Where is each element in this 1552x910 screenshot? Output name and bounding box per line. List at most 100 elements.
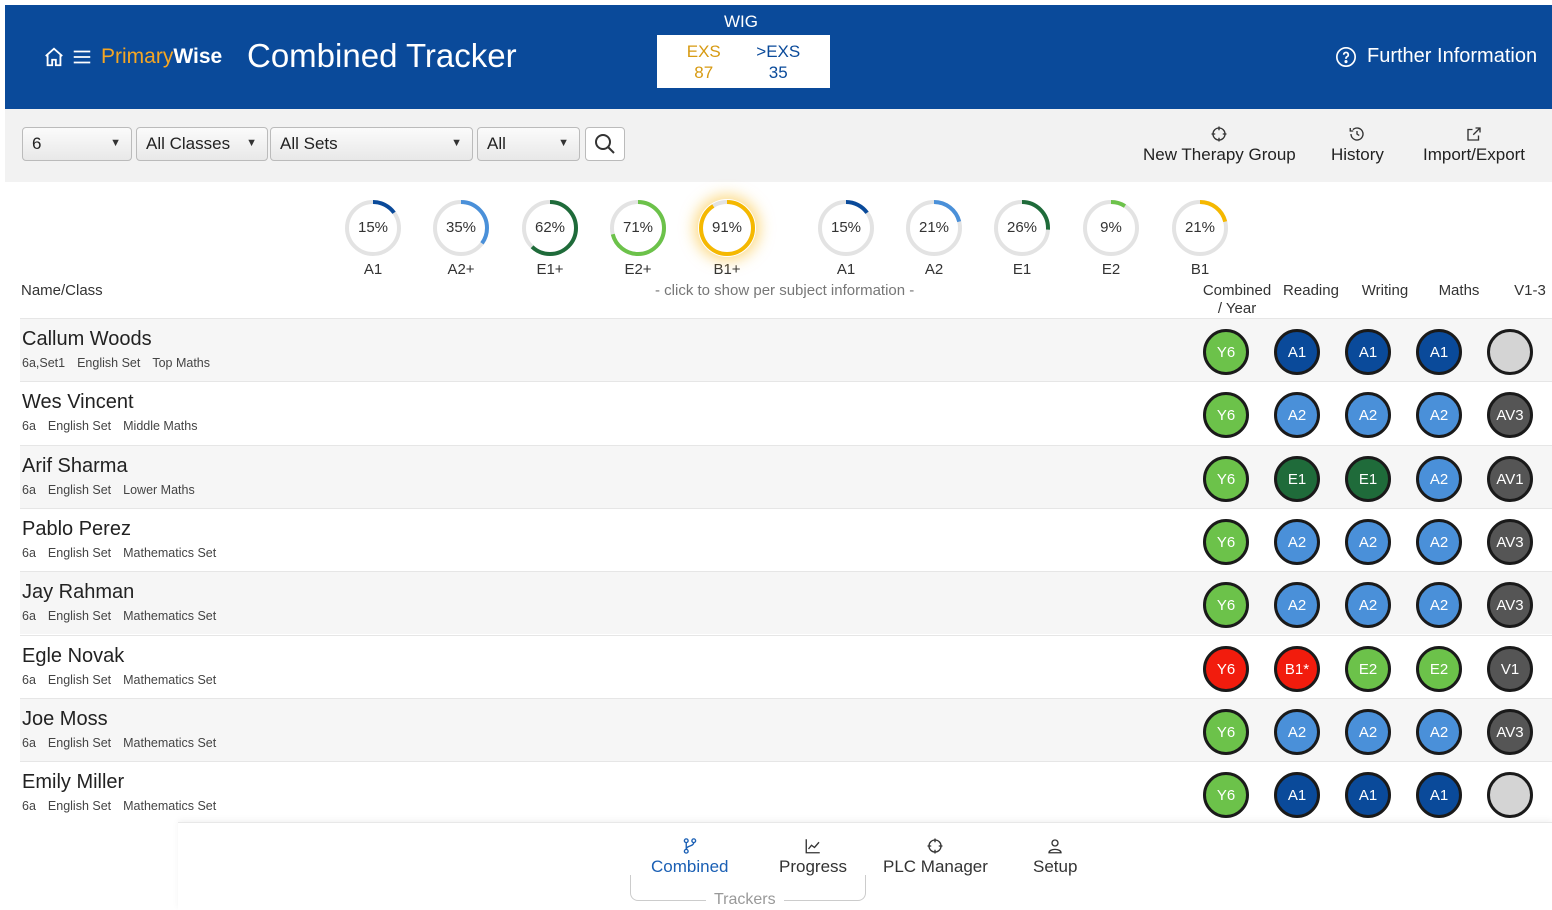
reading-badge[interactable]: E1 [1274,456,1320,502]
reading-badge[interactable]: A1 [1274,772,1320,818]
column-writing: Writing [1361,282,1409,299]
table-row[interactable]: Jay Rahman 6a English Set Mathematics Set Y6… [20,571,1552,634]
year-select[interactable]: 6 ▼ [22,127,132,161]
writing-badge[interactable]: E2 [1345,646,1391,692]
student-name[interactable]: Jay Rahman [22,581,134,604]
combined-badge[interactable]: Y6 [1203,646,1249,692]
student-groups: 6a English Set Mathematics Set [22,609,228,623]
maths-badge[interactable]: A1 [1416,772,1462,818]
writing-badge[interactable]: A1 [1345,329,1391,375]
search-button[interactable] [585,127,625,161]
reading-badge[interactable]: A2 [1274,519,1320,565]
nav-plc-manager[interactable]: PLC Manager [883,837,988,877]
reading-badge[interactable]: A2 [1274,709,1320,755]
reading-badge[interactable]: A2 [1274,582,1320,628]
table-row[interactable]: Pablo Perez 6a English Set Mathematics Set Y… [20,508,1552,571]
sets-select[interactable]: All Sets ▼ [270,127,473,161]
writing-badge[interactable]: A2 [1345,392,1391,438]
group-tag: Top Maths [152,356,210,370]
nav-combined[interactable]: Combined [651,837,729,877]
gauge-a2-plus-1[interactable]: 35% A2+ [431,199,491,278]
combined-badge[interactable]: Y6 [1203,709,1249,755]
gauge-e2-plus-3[interactable]: 71% E2+ [608,199,668,278]
student-groups: 6a English Set Mathematics Set [22,799,228,813]
gauge-label: A2 [924,261,944,278]
reading-badge[interactable]: B1* [1274,646,1320,692]
writing-badge[interactable]: E1 [1345,456,1391,502]
combined-badge[interactable]: Y6 [1203,582,1249,628]
gauge-ring: 71% [609,199,667,257]
writing-badge[interactable]: A1 [1345,772,1391,818]
group-tag: Mathematics Set [123,673,217,687]
group-tag: Mathematics Set [123,799,217,813]
gauge-percent: 35% [445,219,477,236]
student-name[interactable]: Callum Woods [22,328,152,351]
group-tag: 6a [22,673,36,687]
home-icon[interactable] [43,46,65,68]
group-tag: English Set [47,736,112,750]
student-name[interactable]: Pablo Perez [22,518,131,541]
writing-badge[interactable]: A2 [1345,582,1391,628]
v1-3-badge[interactable]: AV3 [1487,709,1533,755]
v1-3-badge[interactable] [1487,772,1533,818]
share-icon [1467,127,1481,141]
v1-3-badge[interactable]: AV1 [1487,456,1533,502]
gauge-a2-6[interactable]: 21% A2 [904,199,964,278]
gauge-ring: 21% [905,199,963,257]
maths-badge[interactable]: E2 [1416,646,1462,692]
maths-badge[interactable]: A1 [1416,329,1462,375]
combined-badge[interactable]: Y6 [1203,392,1249,438]
v1-3-badge[interactable]: AV3 [1487,519,1533,565]
group-tag: Lower Maths [123,483,195,497]
maths-badge[interactable]: A2 [1416,582,1462,628]
writing-badge[interactable]: A2 [1345,709,1391,755]
student-groups: 6a English Set Mathematics Set [22,546,228,560]
table-row[interactable]: Egle Novak 6a English Set Mathematics Set Y6… [20,635,1552,698]
v1-3-badge[interactable]: AV3 [1487,392,1533,438]
student-name[interactable]: Joe Moss [22,708,108,731]
brand[interactable]: PrimaryWise [43,45,222,69]
nav-setup[interactable]: Setup [1033,837,1077,877]
menu-icon[interactable] [71,46,93,68]
maths-badge[interactable]: A2 [1416,456,1462,502]
student-name[interactable]: Emily Miller [22,771,124,794]
chart-icon [805,839,820,854]
gauge-b1-9[interactable]: 21% B1 [1170,199,1230,278]
v1-3-badge[interactable]: AV3 [1487,582,1533,628]
table-row[interactable]: Wes Vincent 6a English Set Middle Maths Y6 A2… [20,381,1552,444]
further-information-link[interactable]: Further Information [1335,45,1537,68]
reading-badge[interactable]: A1 [1274,329,1320,375]
combined-badge[interactable]: Y6 [1203,456,1249,502]
table-row[interactable]: Emily Miller 6a English Set Mathematics Set… [20,761,1552,824]
writing-badge[interactable]: A2 [1345,519,1391,565]
v1-3-badge[interactable] [1487,329,1533,375]
combined-badge[interactable]: Y6 [1203,329,1249,375]
classes-select[interactable]: All Classes ▼ [136,127,268,161]
import-export-button[interactable]: Import/Export [1423,125,1525,165]
v1-3-badge[interactable]: V1 [1487,646,1533,692]
student-name[interactable]: Arif Sharma [22,455,128,478]
gauge-e2-8[interactable]: 9% E2 [1081,199,1141,278]
gauge-e1-7[interactable]: 26% E1 [992,199,1052,278]
app-header: PrimaryWise Combined Tracker WIG EXS 87 … [5,5,1552,109]
combined-badge[interactable]: Y6 [1203,772,1249,818]
maths-badge[interactable]: A2 [1416,392,1462,438]
student-name[interactable]: Egle Novak [22,645,124,668]
gauge-label: A1 [363,261,383,278]
table-row[interactable]: Arif Sharma 6a English Set Lower Maths Y6 E1 E… [20,445,1552,508]
gauge-b1-plus-4[interactable]: 91% B1+ [697,199,757,278]
gauge-a1-5[interactable]: 15% A1 [816,199,876,278]
gauge-a1-0[interactable]: 15% A1 [343,199,403,278]
table-row[interactable]: Callum Woods 6a,Set1 English Set Top Maths Y… [20,318,1552,381]
new-therapy-group-button[interactable]: New Therapy Group [1143,125,1296,165]
maths-badge[interactable]: A2 [1416,709,1462,755]
reading-badge[interactable]: A2 [1274,392,1320,438]
maths-badge[interactable]: A2 [1416,519,1462,565]
combined-badge[interactable]: Y6 [1203,519,1249,565]
filter-select[interactable]: All ▼ [477,127,580,161]
student-name[interactable]: Wes Vincent [22,391,134,414]
gauge-e1-plus-2[interactable]: 62% E1+ [520,199,580,278]
table-row[interactable]: Joe Moss 6a English Set Mathematics Set Y6 A2… [20,698,1552,761]
history-button[interactable]: History [1331,125,1384,165]
nav-progress[interactable]: Progress [779,837,847,877]
